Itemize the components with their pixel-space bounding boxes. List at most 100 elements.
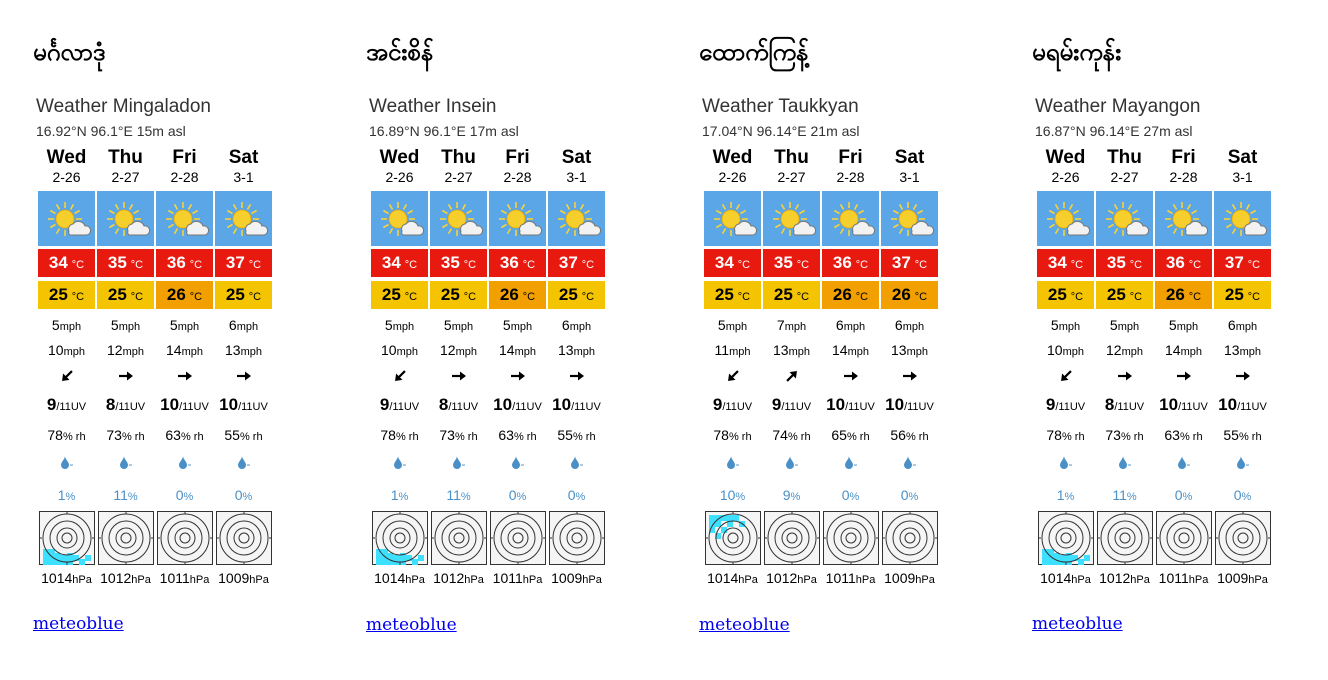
- precipitation-row: ----: [38, 448, 274, 480]
- day-date: 2-28: [170, 169, 199, 185]
- temp-unit: °C: [581, 291, 595, 303]
- wind-speed: 5mph: [430, 313, 487, 338]
- radar-chart-icon: [371, 510, 428, 566]
- meteoblue-link[interactable]: meteoblue: [366, 615, 457, 635]
- sun-cloud-icon: [1037, 191, 1094, 246]
- probability-value: 10: [719, 487, 736, 503]
- max-temp-row: 34 °C 35 °C 36 °C 37 °C: [704, 246, 940, 277]
- sun-cloud-icon-row: [371, 190, 607, 246]
- wind-gust: 10mph: [38, 338, 95, 363]
- pressure-unit: hPa: [855, 574, 876, 586]
- meteoblue-link[interactable]: meteoblue: [33, 614, 124, 634]
- wind-gust-row: 11mph 13mph 14mph 13mph: [704, 338, 940, 363]
- temp-unit: °C: [522, 259, 536, 271]
- uv-value: 8: [1104, 395, 1115, 414]
- day-date: 2-26: [52, 169, 81, 185]
- precipitation: -: [97, 448, 154, 480]
- pressure: 1009hPa: [548, 566, 605, 588]
- wind-direction-icon: [430, 363, 487, 388]
- uv-unit: /11UV: [448, 401, 479, 413]
- pressure-value: 1009: [218, 570, 250, 586]
- percent-unit: %: [460, 491, 471, 503]
- humidity: 63% rh: [489, 420, 546, 448]
- wind-direction-icon: [822, 363, 879, 388]
- gust-value: 14: [499, 342, 515, 358]
- wind-direction-icon: [881, 363, 938, 388]
- humidity-unit: % rh: [1061, 431, 1085, 443]
- max-temp: 35 °C: [1096, 249, 1153, 277]
- wind-unit: mph: [181, 346, 203, 358]
- uv-index: 9/11UV: [704, 388, 761, 420]
- wind-direction-icon-row: [704, 363, 940, 388]
- precip-amount: -: [128, 457, 133, 471]
- probability-value: 0: [508, 487, 517, 503]
- radar-chart-icon-row: [371, 510, 607, 566]
- percent-unit: %: [65, 491, 76, 503]
- wind-speed: 5mph: [97, 313, 154, 338]
- humidity-unit: % rh: [239, 431, 263, 443]
- max-temp-value: 37: [558, 253, 578, 272]
- precip-amount: -: [1127, 457, 1132, 471]
- wind-direction-icon: [38, 363, 95, 388]
- humidity-unit: % rh: [454, 431, 478, 443]
- day-name: Wed: [1045, 147, 1086, 168]
- wind-value: 5: [1168, 317, 1177, 333]
- percent-unit: %: [1182, 491, 1193, 503]
- pressure-unit: hPa: [405, 574, 425, 586]
- min-temp-value: 25: [558, 285, 578, 304]
- uv-index: 10/11UV: [156, 388, 213, 420]
- gust-value: 14: [166, 342, 182, 358]
- wind-unit: mph: [1058, 321, 1081, 333]
- max-temp-value: 36: [166, 253, 186, 272]
- precip-amount: -: [402, 457, 407, 471]
- min-temp-value: 25: [381, 285, 401, 304]
- meteoblue-link[interactable]: meteoblue: [1032, 614, 1123, 634]
- humidity-value: 65: [831, 427, 847, 443]
- raindrop-icon: [1177, 456, 1187, 472]
- wind-direction-icon: [548, 363, 605, 388]
- meteoblue-link[interactable]: meteoblue: [699, 615, 790, 635]
- uv-unit: /11UV: [1114, 401, 1145, 413]
- temp-unit: °C: [404, 259, 418, 271]
- wind-speed-row: 5mph 5mph 5mph 6mph: [371, 309, 607, 338]
- humidity: 55% rh: [548, 420, 605, 448]
- sun-cloud-icon: [763, 191, 820, 246]
- raindrop-icon: [1118, 456, 1128, 472]
- sun-cloud-icon: [371, 191, 428, 246]
- widget-title: Weather Mayangon: [1035, 96, 1201, 117]
- temp-unit: °C: [796, 291, 810, 303]
- day-date: 2-27: [444, 169, 473, 185]
- sun-cloud-icon: [97, 191, 154, 246]
- uv-unit: /11UV: [781, 401, 812, 413]
- pressure-row: 1014hPa 1012hPa 1011hPa 1009hPa: [38, 566, 274, 588]
- day-name-row: Wed Thu Fri Sat: [38, 146, 274, 168]
- precip-probability: 0%: [489, 480, 546, 510]
- day-name: Wed: [379, 147, 420, 168]
- percent-unit: %: [398, 491, 409, 503]
- uv-index-row: 9/11UV 8/11UV 10/11UV 10/11UV: [371, 388, 607, 420]
- max-temp: 36 °C: [1155, 249, 1212, 277]
- wind-value: 6: [561, 317, 570, 333]
- min-temp: 25 °C: [704, 281, 761, 309]
- pressure-value: 1011: [825, 570, 856, 586]
- probability-value: 0: [1233, 487, 1242, 503]
- min-temp: 25 °C: [38, 281, 95, 309]
- wind-unit: mph: [1117, 321, 1140, 333]
- radar-chart-icon: [1214, 510, 1271, 566]
- weather-widget: မရမ်းကုန်း Weather Mayangon 16.87°N 96.14°…: [1032, 0, 1328, 680]
- humidity: 55% rh: [215, 420, 272, 448]
- wind-gust: 14mph: [1155, 338, 1212, 363]
- uv-unit: /11UV: [512, 401, 542, 413]
- uv-unit: /11UV: [845, 401, 875, 413]
- wind-direction-icon-row: [1037, 363, 1273, 388]
- wind-unit: mph: [569, 321, 592, 333]
- precip-amount: -: [853, 457, 858, 471]
- temp-unit: °C: [1129, 259, 1143, 271]
- wind-speed: 6mph: [215, 313, 272, 338]
- day-date: 3-1: [1232, 169, 1253, 185]
- precip-amount: -: [794, 457, 799, 471]
- uv-value: 10: [552, 395, 572, 414]
- uv-value: 10: [1218, 395, 1238, 414]
- wind-value: 5: [110, 317, 119, 333]
- precip-amount: -: [1186, 457, 1191, 471]
